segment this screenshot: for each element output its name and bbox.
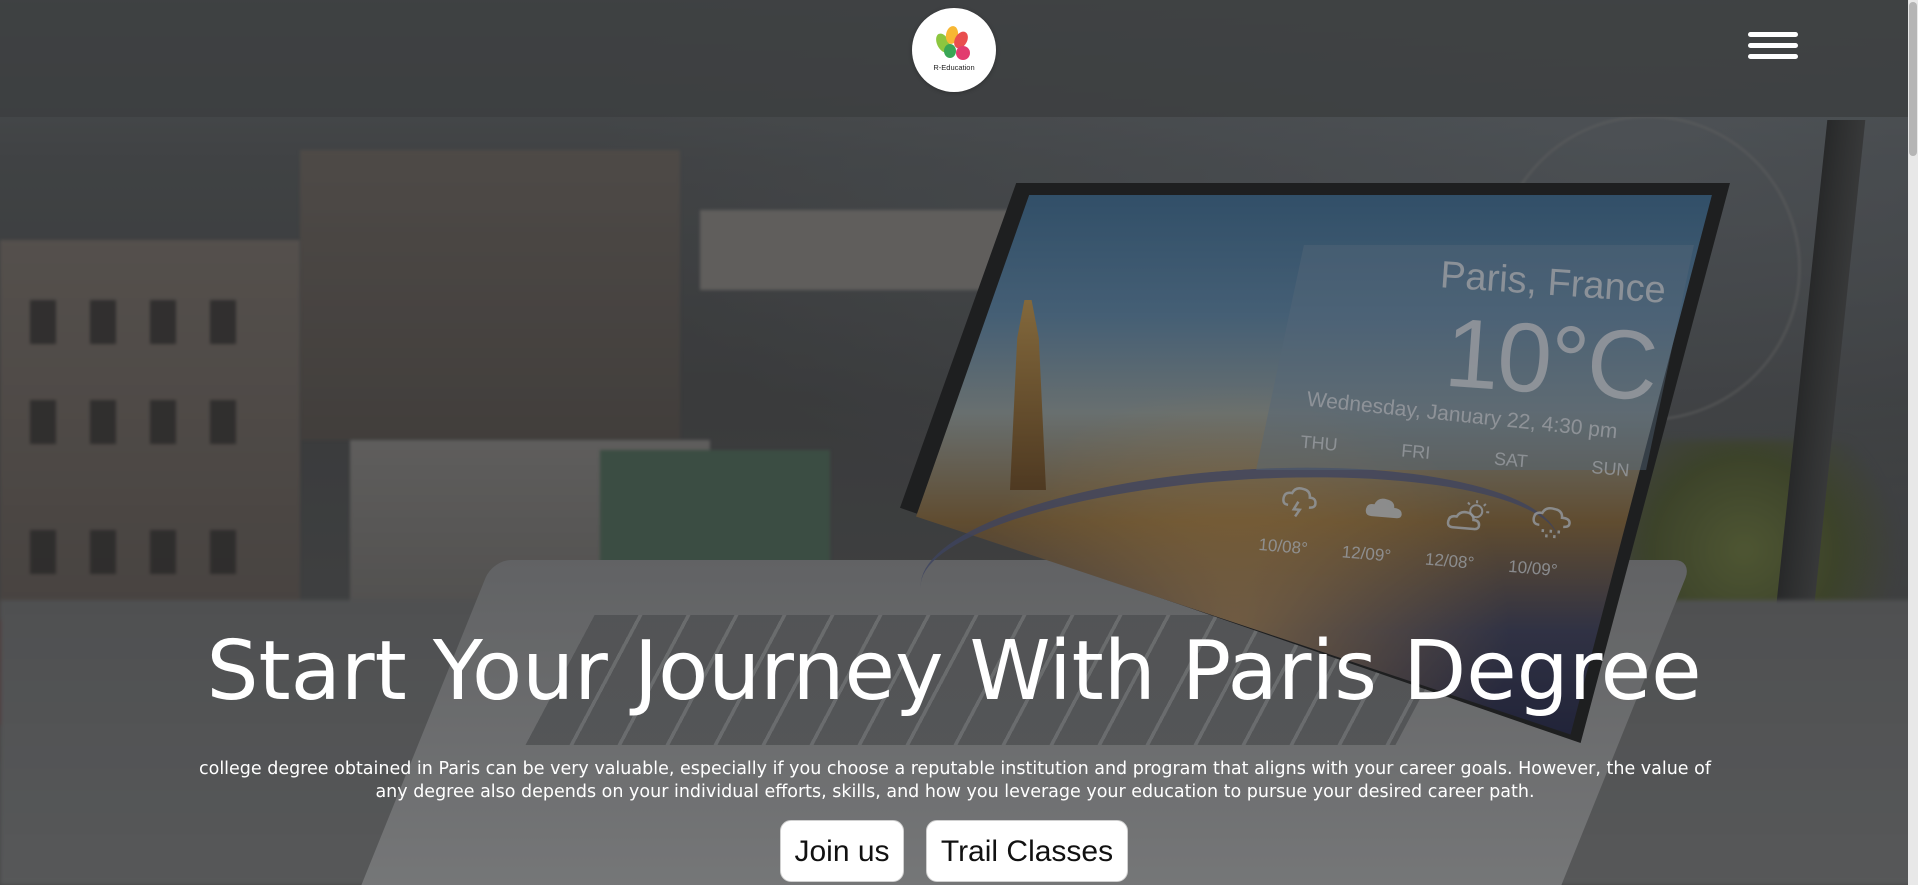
trial-classes-button[interactable]: Trail Classes (926, 820, 1128, 882)
join-us-button[interactable]: Join us (780, 820, 904, 882)
page-scrollbar[interactable] (1908, 0, 1918, 885)
hero-description: college degree obtained in Paris can be … (198, 759, 1711, 802)
r-education-logo[interactable]: R-Education (912, 8, 996, 92)
hero-title: Start Your Journey With Paris Degree (206, 624, 1702, 719)
dark-overlay (0, 0, 1918, 885)
logo-text: R-Education (933, 63, 975, 72)
hamburger-menu-icon[interactable] (1748, 30, 1804, 62)
scrollbar-thumb[interactable] (1909, 2, 1917, 156)
logo-mark-icon (936, 26, 970, 60)
page: Paris, France 10°C Wednesday, January 22… (0, 0, 1918, 885)
site-header: R-Education (0, 0, 1908, 117)
